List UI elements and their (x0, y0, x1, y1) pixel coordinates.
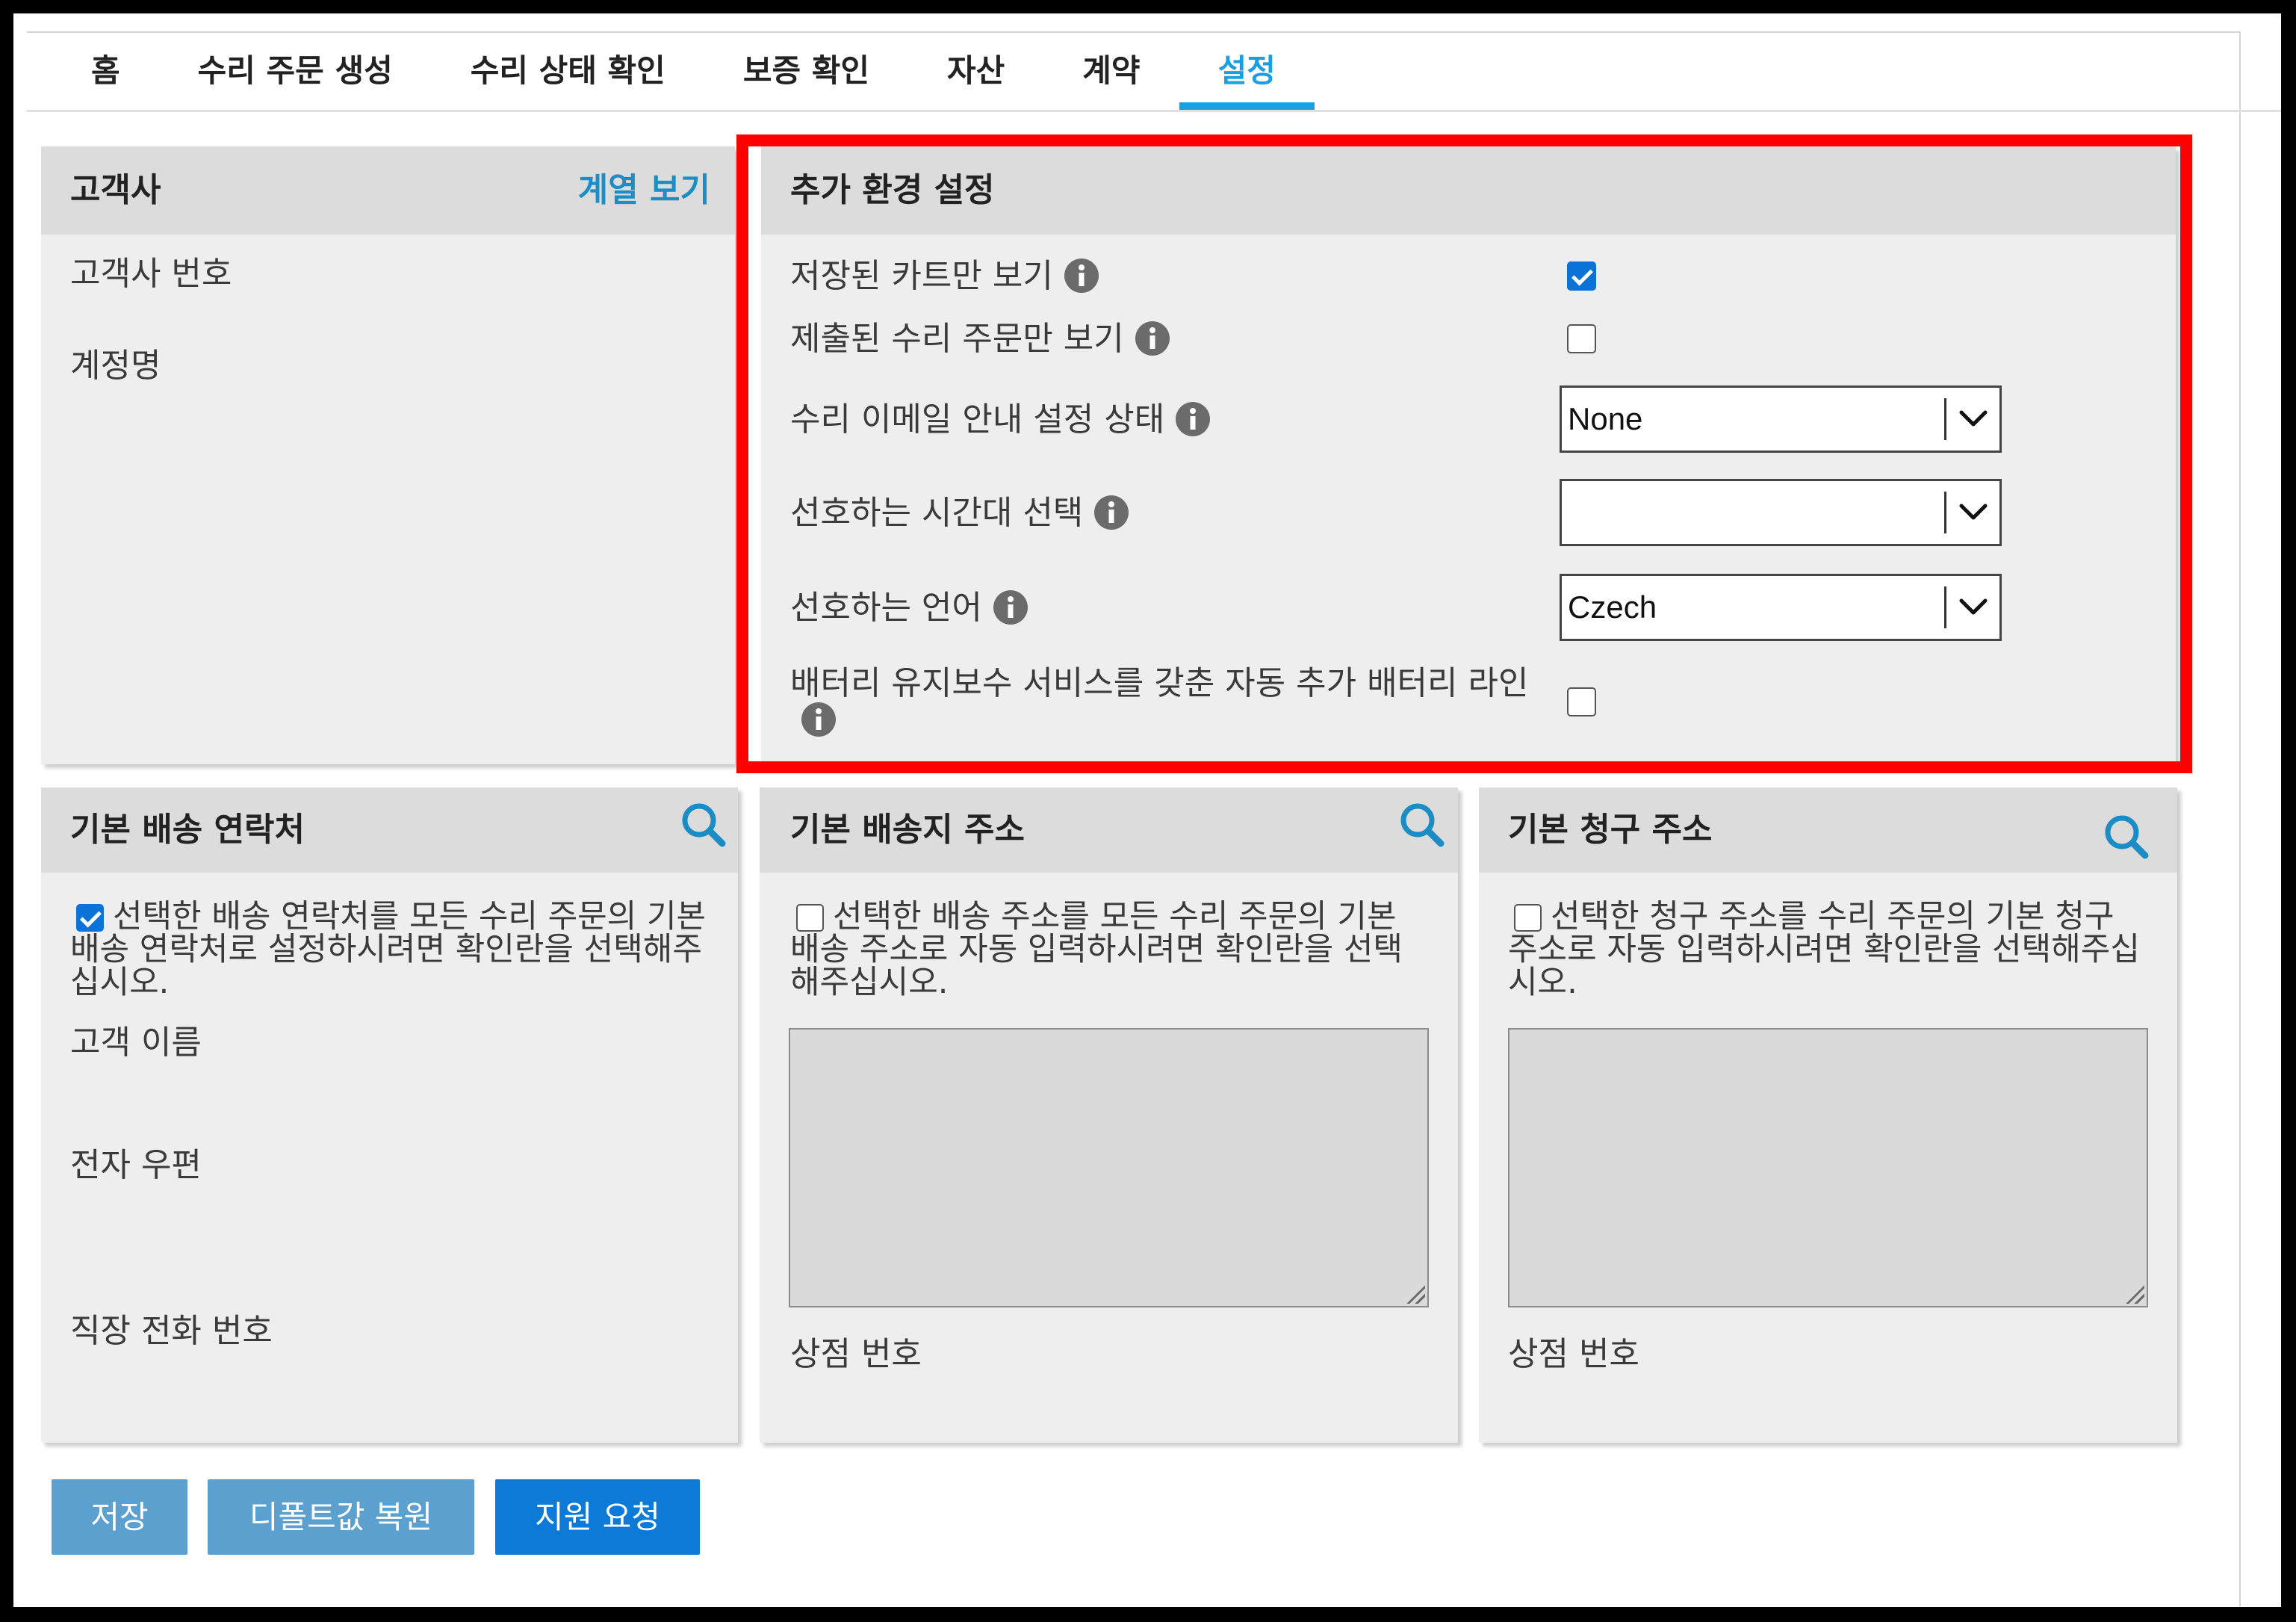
pref-label-email-notification: 수리 이메일 안내 설정 상태 (790, 401, 1560, 438)
default-billing-address-option: 선택한 청구 주소를 수리 주문의 기본 청구 주소로 자동 입력하시려면 확인… (1508, 900, 2149, 999)
billing-address-panel-title: 기본 청구 주소 (1508, 811, 1713, 849)
battery-line-checkbox[interactable] (1567, 687, 1596, 716)
timezone-select[interactable] (1560, 479, 2002, 546)
default-shipping-address-text: 선택한 배송 주소를 모든 수리 주문의 기본 배송 주소로 자동 입력하시려면… (790, 898, 1403, 1001)
restore-defaults-button[interactable]: 디폴트값 복원 (208, 1479, 474, 1555)
default-shipping-contact-text: 선택한 배송 연락처를 모든 수리 주문의 기본 배송 연락처로 설정하시려면 … (70, 898, 707, 1001)
default-billing-address-panel: 기본 청구 주소 선택한 청구 주소를 수리 주문의 기본 청구 주소로 자동 … (1479, 787, 2177, 1443)
top-nav-tabs: 홈 수리 주문 생성 수리 상태 확인 보증 확인 자산 계약 설정 (52, 45, 1315, 110)
info-icon[interactable] (1175, 401, 1211, 437)
additional-preferences-panel: 추가 환경 설정 저장된 카트만 보기 제출된 수리 주문만 보기 수리 이메일… (761, 146, 2176, 761)
chevron-down-icon[interactable] (1958, 501, 1989, 523)
info-icon[interactable] (1064, 258, 1099, 294)
preferences-panel-title: 추가 환경 설정 (790, 171, 995, 209)
timezone-label-text: 선호하는 시간대 선택 (790, 493, 1084, 532)
save-button[interactable]: 저장 (52, 1479, 187, 1555)
tab-bar-divider (27, 110, 2281, 112)
tab-home[interactable]: 홈 (52, 45, 159, 110)
customer-number-label: 고객사 번호 (70, 255, 232, 293)
pref-row-saved-carts: 저장된 카트만 보기 (790, 258, 2150, 294)
store-number-label: 상점 번호 (790, 1335, 922, 1373)
shipping-address-textarea-wrapper (789, 1028, 1429, 1307)
submitted-orders-only-checkbox[interactable] (1567, 324, 1596, 353)
customer-panel-title: 고객사 (70, 171, 161, 209)
email-notification-value: None (1568, 401, 1643, 436)
customer-panel: 고객사 계열 보기 고객사 번호 계정명 (41, 146, 735, 764)
pref-label-timezone: 선호하는 시간대 선택 (790, 495, 1560, 531)
email-label: 전자 우편 (70, 1146, 202, 1184)
language-value: Czech (1568, 589, 1657, 625)
search-icon[interactable] (2103, 813, 2150, 860)
pref-label-submitted-orders: 제출된 수리 주문만 보기 (790, 321, 1560, 357)
window-frame-right-edge (2239, 31, 2241, 1606)
work-phone-label: 직장 전화 번호 (70, 1312, 273, 1350)
customer-name-label: 고객 이름 (70, 1024, 202, 1062)
info-icon[interactable] (801, 702, 837, 737)
tab-contracts[interactable]: 계약 (1043, 45, 1179, 110)
default-shipping-address-checkbox[interactable] (796, 904, 824, 932)
search-icon[interactable] (680, 801, 727, 848)
tab-create-repair-order[interactable]: 수리 주문 생성 (159, 45, 432, 110)
battery-line-label-text: 배터리 유지보수 서비스를 갖춘 자동 추가 배터리 라인 (790, 664, 1529, 702)
language-select[interactable]: Czech (1560, 574, 2002, 641)
billing-address-panel-header: 기본 청구 주소 (1479, 787, 2177, 873)
preferences-panel-header: 추가 환경 설정 (761, 146, 2176, 235)
chevron-down-icon[interactable] (1958, 407, 1989, 430)
search-icon[interactable] (1398, 801, 1445, 848)
shipping-address-textarea[interactable] (789, 1028, 1429, 1307)
tab-settings[interactable]: 설정 (1179, 45, 1315, 110)
info-icon[interactable] (1093, 495, 1129, 530)
pref-row-language: 선호하는 언어 Czech (790, 574, 2150, 641)
pref-label-battery-line: 배터리 유지보수 서비스를 갖춘 자동 추가 배터리 라인 (790, 665, 1560, 738)
window-frame-top-edge (27, 31, 2241, 33)
pref-row-timezone: 선호하는 시간대 선택 (790, 479, 2150, 546)
view-affiliates-link[interactable]: 계열 보기 (578, 146, 710, 235)
pref-label-language: 선호하는 언어 (790, 589, 1560, 626)
tab-warranty-check[interactable]: 보증 확인 (704, 45, 908, 110)
default-billing-address-text: 선택한 청구 주소를 수리 주문의 기본 청구 주소로 자동 입력하시려면 확인… (1508, 898, 2140, 1001)
tab-repair-status[interactable]: 수리 상태 확인 (432, 45, 704, 110)
info-icon[interactable] (1135, 321, 1170, 356)
shipping-contact-panel-title: 기본 배송 연락처 (70, 811, 305, 849)
resize-grip[interactable] (2125, 1284, 2144, 1304)
account-name-label: 계정명 (70, 347, 161, 385)
chevron-down-icon[interactable] (1958, 595, 1989, 618)
shipping-address-panel-header: 기본 배송지 주소 (760, 787, 1458, 873)
shipping-address-panel-title: 기본 배송지 주소 (790, 811, 1025, 849)
default-shipping-contact-checkbox[interactable] (76, 904, 104, 932)
pref-row-email-notification: 수리 이메일 안내 설정 상태 None (790, 386, 2150, 453)
select-divider (1944, 492, 1946, 533)
pref-row-battery-line: 배터리 유지보수 서비스를 갖춘 자동 추가 배터리 라인 (790, 665, 2150, 738)
submitted-orders-label-text: 제출된 수리 주문만 보기 (790, 319, 1124, 358)
shipping-contact-panel-header: 기본 배송 연락처 (41, 787, 738, 873)
email-notification-select[interactable]: None (1560, 386, 2002, 453)
store-number-label: 상점 번호 (1508, 1335, 1639, 1373)
default-billing-address-checkbox[interactable] (1514, 904, 1542, 932)
customer-panel-header: 고객사 계열 보기 (41, 146, 735, 235)
saved-carts-only-checkbox[interactable] (1567, 261, 1596, 291)
default-shipping-contact-option: 선택한 배송 연락처를 모든 수리 주문의 기본 배송 연락처로 설정하시려면 … (70, 900, 711, 999)
language-label-text: 선호하는 언어 (790, 588, 982, 627)
pref-row-submitted-orders: 제출된 수리 주문만 보기 (790, 321, 2150, 357)
default-shipping-address-panel: 기본 배송지 주소 선택한 배송 주소를 모든 수리 주문의 기본 배송 주소로… (760, 787, 1458, 1443)
resize-grip[interactable] (1406, 1284, 1425, 1304)
saved-carts-label-text: 저장된 카트만 보기 (790, 256, 1053, 295)
billing-address-textarea[interactable] (1508, 1028, 2148, 1307)
select-divider (1944, 398, 1946, 440)
info-icon[interactable] (993, 589, 1028, 625)
email-notification-label-text: 수리 이메일 안내 설정 상태 (790, 400, 1165, 439)
default-shipping-contact-panel: 기본 배송 연락처 선택한 배송 연락처를 모든 수리 주문의 기본 배송 연락… (41, 787, 738, 1443)
default-shipping-address-option: 선택한 배송 주소를 모든 수리 주문의 기본 배송 주소로 자동 입력하시려면… (790, 900, 1431, 999)
select-divider (1944, 586, 1946, 628)
tab-assets[interactable]: 자산 (908, 45, 1043, 110)
pref-label-saved-carts: 저장된 카트만 보기 (790, 258, 1560, 294)
request-support-button[interactable]: 지원 요청 (495, 1479, 700, 1555)
billing-address-textarea-wrapper (1508, 1028, 2148, 1307)
